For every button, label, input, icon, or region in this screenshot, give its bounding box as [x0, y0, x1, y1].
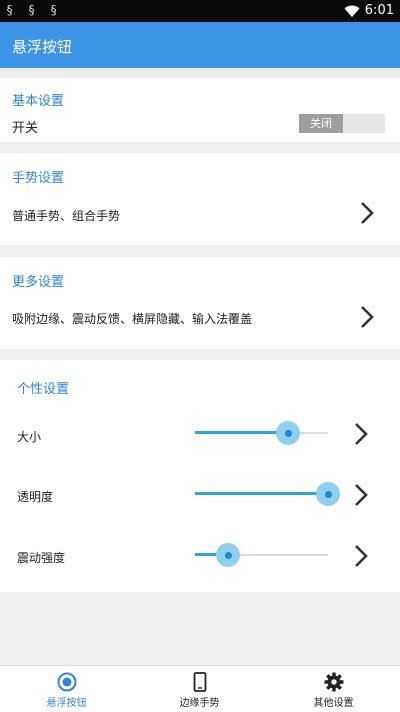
opacity-slider[interactable]	[195, 481, 340, 507]
phone-icon	[193, 672, 207, 696]
opacity-label: 透明度	[17, 490, 54, 504]
size-slider[interactable]	[195, 420, 328, 446]
more-settings-desc: 吸附边缘、震动反馈、横屏隐藏、输入法覆盖	[12, 312, 253, 326]
chevron-right-icon[interactable]	[360, 201, 374, 229]
status-time: 6:01	[364, 3, 394, 18]
chevron-right-icon[interactable]	[354, 544, 368, 572]
power-toggle[interactable]: 关闭	[299, 114, 385, 133]
personal-settings-title: 个性设置	[17, 382, 70, 397]
nav-label: 悬浮按钮	[46, 698, 87, 709]
vibration-label: 震动强度	[17, 551, 66, 565]
vibration-slider[interactable]	[195, 542, 328, 568]
notification-icon: §	[50, 3, 58, 17]
page-title: 悬浮按钮	[12, 38, 73, 56]
nav-label: 其他设置	[313, 698, 354, 709]
notification-icon: §	[6, 3, 14, 17]
bottom-nav: 悬浮按钮 边缘手势 其他设置	[0, 665, 400, 712]
nav-item-floating-button[interactable]: 悬浮按钮	[0, 666, 133, 712]
nav-item-other-settings[interactable]: 其他设置	[267, 666, 400, 712]
nav-label: 边缘手势	[179, 698, 220, 709]
floating-button-icon	[57, 672, 77, 696]
slider-fill	[195, 492, 328, 495]
app-bar: 悬浮按钮	[0, 22, 400, 68]
gesture-settings-desc: 普通手势、组合手势	[12, 209, 121, 223]
slider-handle-center	[224, 552, 232, 559]
chevron-right-icon[interactable]	[354, 422, 368, 450]
chevron-right-icon[interactable]	[360, 305, 374, 333]
gear-icon	[324, 672, 344, 696]
slider-fill	[195, 431, 289, 434]
size-label: 大小	[17, 430, 42, 444]
status-bar: § § § 6:01	[0, 0, 400, 22]
chevron-right-icon[interactable]	[354, 483, 368, 511]
toggle-state-text: 关闭	[299, 114, 343, 133]
notification-icon: §	[28, 3, 36, 17]
slider-handle-center	[284, 430, 292, 437]
nav-item-edge-gesture[interactable]: 边缘手势	[133, 666, 266, 712]
more-settings-title: 更多设置	[12, 275, 65, 290]
wifi-icon	[344, 3, 360, 22]
slider-handle-center	[324, 491, 332, 498]
gesture-settings-title: 手势设置	[12, 171, 65, 186]
basic-settings-title: 基本设置	[12, 94, 65, 109]
switch-label: 开关	[12, 121, 39, 136]
